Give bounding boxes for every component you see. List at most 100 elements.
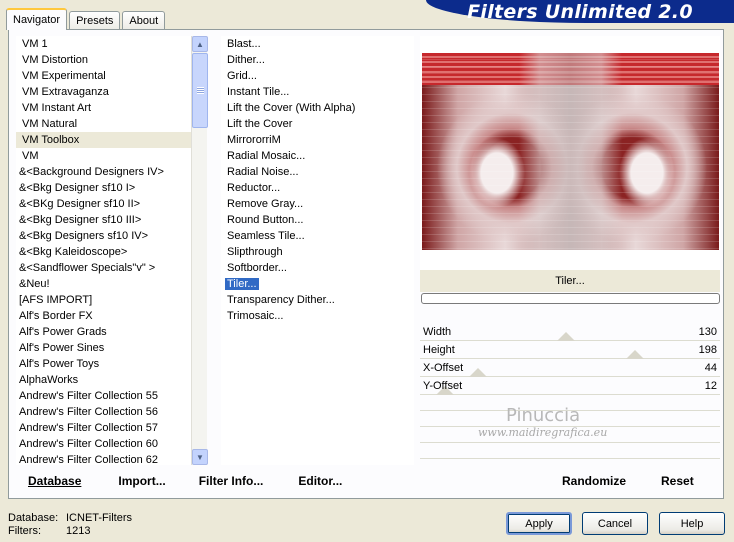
- category-item[interactable]: VM Natural: [16, 116, 207, 132]
- category-item[interactable]: Andrew's Filter Collection 60: [16, 436, 207, 452]
- filters-count-value: 1213: [66, 525, 91, 537]
- scroll-thumb[interactable]: [192, 53, 208, 128]
- category-item[interactable]: [AFS IMPORT]: [16, 292, 207, 308]
- category-item[interactable]: VM: [16, 148, 207, 164]
- current-filter-label: Tiler...: [555, 275, 585, 287]
- category-item[interactable]: &<Bkg Designer sf10 III>: [16, 212, 207, 228]
- filter-item[interactable]: Lift the Cover (With Alpha): [221, 100, 414, 116]
- param-slider-height[interactable]: Height 198: [420, 341, 720, 359]
- category-item[interactable]: &<Background Designers IV>: [16, 164, 207, 180]
- tab-about[interactable]: About: [122, 11, 166, 30]
- filter-item[interactable]: Slipthrough: [221, 244, 414, 260]
- category-item[interactable]: VM Toolbox: [16, 132, 207, 148]
- scroll-down-button[interactable]: ▼: [192, 449, 208, 465]
- filter-item[interactable]: Grid...: [221, 68, 414, 84]
- filter-item[interactable]: MirrororriM: [221, 132, 414, 148]
- filter-item[interactable]: Softborder...: [221, 260, 414, 276]
- category-item[interactable]: Andrew's Filter Collection 56: [16, 404, 207, 420]
- filter-item-label: Remove Gray...: [227, 198, 304, 210]
- param-label: Width: [423, 325, 452, 338]
- param-value: 130: [698, 325, 717, 338]
- filter-item-label: Dither...: [227, 54, 265, 66]
- slider-thumb[interactable]: [556, 332, 575, 341]
- param-slider-y-offset[interactable]: Y-Offset 12: [420, 377, 720, 395]
- filter-item[interactable]: Dither...: [221, 52, 414, 68]
- filter-item[interactable]: Trimosaic...: [221, 308, 414, 324]
- category-scrollbar[interactable]: ▲ ▼: [191, 36, 208, 465]
- filter-item-label: Radial Mosaic...: [227, 150, 306, 162]
- filter-item-label: Slipthrough: [227, 246, 283, 258]
- tab-bar: Navigator Presets About: [6, 8, 167, 30]
- slider-thumb[interactable]: [625, 350, 644, 359]
- category-item[interactable]: VM Instant Art: [16, 100, 207, 116]
- filter-info-button[interactable]: Filter Info...: [199, 474, 264, 488]
- current-filter-name: Tiler...: [420, 270, 720, 292]
- help-button[interactable]: Help: [659, 512, 725, 535]
- left-button-bar: Database Import... Filter Info... Editor…: [10, 468, 414, 494]
- watermark-url: www.maidiregrafica.eu: [478, 426, 608, 439]
- filter-item-label: Softborder...: [227, 262, 287, 274]
- import-button[interactable]: Import...: [118, 474, 165, 488]
- filter-item[interactable]: Radial Noise...: [221, 164, 414, 180]
- filter-item[interactable]: Radial Mosaic...: [221, 148, 414, 164]
- category-item[interactable]: &<Bkg Designer sf10 I>: [16, 180, 207, 196]
- filter-item-label: Radial Noise...: [227, 166, 299, 178]
- filter-item-label: Lift the Cover (With Alpha): [227, 102, 356, 114]
- editor-button[interactable]: Editor...: [298, 474, 342, 488]
- database-value: ICNET-Filters: [66, 512, 132, 524]
- progress-bar: [421, 293, 720, 304]
- slider-thumb[interactable]: [468, 368, 487, 377]
- cancel-button[interactable]: Cancel: [582, 512, 648, 535]
- filter-item-label: Lift the Cover: [227, 118, 293, 130]
- category-item[interactable]: &Neu!: [16, 276, 207, 292]
- category-list[interactable]: VM 1 VM Distortion VM Experimental VM Extra…: [16, 36, 207, 465]
- param-slider-x-offset[interactable]: X-Offset 44: [420, 359, 720, 377]
- filter-item[interactable]: Tiler...: [221, 276, 414, 292]
- filter-item-label: Transparency Dither...: [227, 294, 335, 306]
- category-item[interactable]: &<BKg Designer sf10 II>: [16, 196, 207, 212]
- category-item[interactable]: &<Bkg Kaleidoscope>: [16, 244, 207, 260]
- category-item[interactable]: Alf's Power Toys: [16, 356, 207, 372]
- filter-item[interactable]: Reductor...: [221, 180, 414, 196]
- category-item[interactable]: Alf's Power Grads: [16, 324, 207, 340]
- category-item[interactable]: Andrew's Filter Collection 62: [16, 452, 207, 465]
- filter-item-label: Trimosaic...: [227, 310, 284, 322]
- tab-presets[interactable]: Presets: [69, 11, 121, 30]
- category-item[interactable]: Andrew's Filter Collection 55: [16, 388, 207, 404]
- tab-navigator[interactable]: Navigator: [6, 8, 68, 30]
- category-item[interactable]: Andrew's Filter Collection 57: [16, 420, 207, 436]
- randomize-button[interactable]: Randomize: [562, 474, 626, 488]
- filter-list[interactable]: Blast... Dither... Grid... Instant Tile... L…: [221, 36, 414, 465]
- category-item[interactable]: Alf's Power Sines: [16, 340, 207, 356]
- param-slider-width[interactable]: Width 130: [420, 323, 720, 341]
- scroll-up-button[interactable]: ▲: [192, 36, 208, 52]
- param-value: 44: [704, 361, 717, 374]
- category-item[interactable]: Alf's Border FX: [16, 308, 207, 324]
- filter-item-label: Reductor...: [227, 182, 281, 194]
- param-slot-empty: [420, 443, 720, 459]
- param-value: 12: [704, 379, 717, 392]
- category-item[interactable]: VM 1: [16, 36, 207, 52]
- filter-item[interactable]: Remove Gray...: [221, 196, 414, 212]
- filter-item-label: Instant Tile...: [227, 86, 290, 98]
- filter-item[interactable]: Blast...: [221, 36, 414, 52]
- category-item[interactable]: &<Sandflower Specials"v" >: [16, 260, 207, 276]
- filter-item[interactable]: Instant Tile...: [221, 84, 414, 100]
- filter-item[interactable]: Transparency Dither...: [221, 292, 414, 308]
- category-item[interactable]: AlphaWorks: [16, 372, 207, 388]
- right-button-bar: Randomize Reset: [420, 468, 720, 494]
- category-item[interactable]: VM Experimental: [16, 68, 207, 84]
- filter-item[interactable]: Lift the Cover: [221, 116, 414, 132]
- reset-button[interactable]: Reset: [661, 474, 694, 488]
- filter-item[interactable]: Seamless Tile...: [221, 228, 414, 244]
- database-button[interactable]: Database: [28, 474, 81, 488]
- param-value: 198: [698, 343, 717, 356]
- param-label: X-Offset: [423, 361, 464, 374]
- category-item[interactable]: VM Extravaganza: [16, 84, 207, 100]
- filter-item-label: Grid...: [227, 70, 257, 82]
- apply-button[interactable]: Apply: [506, 512, 572, 535]
- param-label: Height: [423, 343, 455, 356]
- category-item[interactable]: VM Distortion: [16, 52, 207, 68]
- filter-item[interactable]: Round Button...: [221, 212, 414, 228]
- category-item[interactable]: &<Bkg Designers sf10 IV>: [16, 228, 207, 244]
